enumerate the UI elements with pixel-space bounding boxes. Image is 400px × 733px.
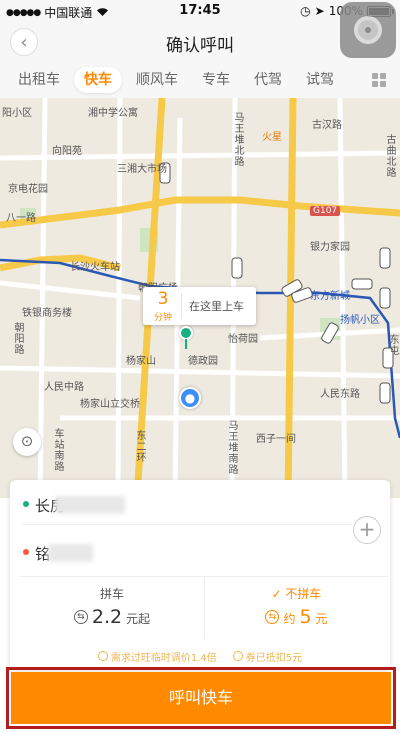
tab-taxi[interactable]: 出租车	[8, 67, 70, 93]
ride-options: 拼车 ⇆ 2.2 元起 ✓ 不拼车 ⇆ 约 5 元	[20, 576, 388, 639]
destination-dot	[23, 549, 29, 555]
option-title: ✓ 不拼车	[271, 587, 322, 601]
map-label: 东二环	[134, 430, 145, 463]
alarm-icon: ◷	[300, 4, 311, 18]
coupon-note-text: 券已抵扣5元	[245, 652, 303, 664]
map-label: 长沙火车站	[70, 262, 120, 273]
eta-unit: 分钟	[153, 313, 172, 323]
tab-test-drive[interactable]: 试驾	[296, 67, 344, 93]
location-arrow-icon: ➤	[314, 4, 325, 18]
eta-pickup-text: 在这里上车	[189, 300, 244, 313]
map-label: 杨家山	[126, 356, 156, 367]
map-label: 银力家园	[310, 242, 350, 253]
option-title: 拼车	[99, 587, 124, 601]
map-label: 杨家山立交桥	[80, 399, 140, 410]
order-card: 长房 + 铭 拼车 ⇆ 2.2 元起 ✓ 不拼车 ⇆ 约 5 元 需求过旺临时调…	[10, 480, 390, 670]
eta-divider	[181, 293, 182, 319]
map-label: 阳小区	[2, 108, 32, 119]
map-label: 古曲北路	[384, 134, 395, 178]
map-label: 马王堆南路	[226, 420, 237, 475]
map-label: 东方新城	[310, 291, 350, 302]
user-location-icon: ●	[179, 387, 201, 409]
map-label: 人民中路	[44, 382, 84, 393]
no-carpool-option[interactable]: ✓ 不拼车 ⇆ 约 5 元	[204, 577, 388, 639]
road-badge: G107	[310, 206, 341, 216]
surge-note-text: 需求过旺临时调价1.4倍	[110, 652, 217, 664]
destination-address-blurred	[48, 544, 93, 562]
map-label: 湘中学公寓	[88, 108, 138, 119]
map-label: 马王堆北路	[232, 112, 243, 167]
map-label: 人民东路	[320, 389, 360, 400]
coupon-icon	[232, 651, 243, 661]
tab-premier[interactable]: 专车	[192, 67, 240, 93]
pickup-dot	[23, 501, 29, 507]
call-button-highlight: 呼叫快车	[6, 667, 396, 729]
map-label: 东屯	[387, 334, 398, 356]
map-label: 西子一间	[256, 434, 296, 445]
pickup-pin-stem	[185, 339, 187, 349]
map-label: 京电花园	[8, 184, 48, 195]
map-view[interactable]: 阳小区 湘中学公寓 古汉路 向阳苑 三湘大市场 火星 京电花园 八一路 银力家园…	[0, 98, 400, 498]
map-label: 德政园	[188, 356, 218, 367]
map-label: 向阳苑	[52, 146, 82, 157]
option-price-number: 2.2	[91, 606, 123, 628]
option-price: ⇆ 2.2 元起	[20, 606, 204, 628]
info-icon	[97, 651, 108, 661]
locate-me-icon[interactable]: ⊙	[13, 428, 41, 456]
pickup-eta-bubble[interactable]: 3 分钟 在这里上车	[143, 287, 256, 325]
map-label: 扬帆小区	[340, 315, 380, 326]
destination-address-row[interactable]: 铭	[10, 532, 390, 572]
option-price-number: 5	[299, 606, 312, 628]
tab-hitch[interactable]: 顺风车	[126, 67, 188, 93]
carpool-option[interactable]: 拼车 ⇆ 2.2 元起	[20, 577, 204, 639]
option-price-prefix: 约	[283, 612, 296, 626]
surge-note[interactable]: 需求过旺临时调价1.4倍	[97, 646, 217, 666]
map-label: 朝阳路	[12, 322, 23, 355]
grid-menu-icon[interactable]	[372, 73, 386, 87]
map-label: 八一路	[6, 213, 36, 224]
service-tabs: 出租车 快车 顺风车 专车 代驾 试驾	[0, 62, 400, 98]
eta-minutes: 3	[157, 289, 169, 309]
price-icon: ⇆	[265, 610, 280, 624]
option-price-suffix: 元	[315, 612, 328, 626]
map-label: 三湘大市场	[117, 164, 167, 175]
assistive-dot	[365, 27, 371, 33]
map-label: 怡荷园	[228, 334, 258, 345]
option-price: ⇆ 约 5 元	[205, 606, 388, 628]
tab-designated-driver[interactable]: 代驾	[244, 67, 292, 93]
assistive-touch-button[interactable]	[340, 2, 396, 58]
tab-express[interactable]: 快车	[74, 67, 122, 93]
price-icon: ⇆	[73, 610, 88, 624]
pickup-address-blurred	[55, 496, 125, 514]
pickup-pin-icon[interactable]	[179, 326, 193, 340]
coupon-note[interactable]: 券已抵扣5元	[232, 646, 303, 666]
map-label: 车站南路	[52, 428, 63, 472]
map-label: 铁银商务楼	[22, 308, 72, 319]
address-divider	[22, 524, 352, 525]
price-notes: 需求过旺临时调价1.4倍 券已抵扣5元	[10, 646, 390, 666]
pickup-address-row[interactable]: 长房	[10, 484, 390, 524]
map-label: 火星	[262, 132, 282, 143]
call-express-button[interactable]: 呼叫快车	[11, 672, 391, 724]
map-label: 古汉路	[312, 120, 342, 131]
option-price-suffix: 元起	[126, 612, 151, 626]
